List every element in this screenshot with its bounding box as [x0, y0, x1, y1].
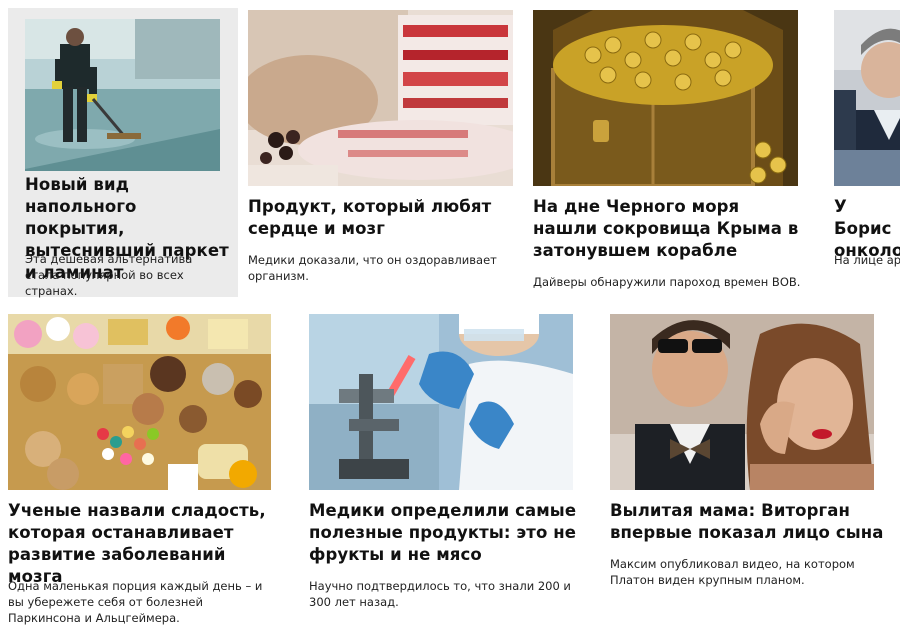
- news-card-vitorgan[interactable]: Вылитая мама: Виторган впервые показал л…: [610, 314, 900, 635]
- news-card-bacon[interactable]: Продукт, который любят сердце и мозг Мед…: [248, 8, 518, 297]
- news-card-boris[interactable]: У Борис онколо На лице арт: [834, 8, 900, 297]
- news-card-floor[interactable]: Новый вид напольного покрытия, вытеснивш…: [8, 8, 238, 298]
- news-card-description: Медики доказали, что он оздоравливает ор…: [248, 253, 497, 283]
- news-card-title[interactable]: Вылитая мама: Виторган впервые показал л…: [610, 500, 885, 544]
- assorted-sweets-photo[interactable]: [8, 314, 271, 490]
- news-card-description: Максим опубликовал видео, на котором Пла…: [610, 557, 855, 587]
- news-card-treasure[interactable]: На дне Черного моря нашли сокровища Крым…: [533, 8, 813, 297]
- news-card-title[interactable]: На дне Черного моря нашли сокровища Крым…: [533, 196, 803, 262]
- news-card-title[interactable]: Продукт, который любят сердце и мозг: [248, 196, 513, 240]
- lab-scientist-microscope-photo[interactable]: [309, 314, 573, 490]
- news-card-description: Научно подтвердилось то, что знали 200 и…: [309, 579, 571, 609]
- news-card-healthy-products[interactable]: Медики определили самые полезные продукт…: [309, 314, 599, 635]
- couple-celebrities-photo[interactable]: [610, 314, 874, 490]
- news-card-description: Эта дешевая альтернатива стала популярно…: [25, 252, 193, 298]
- sliced-bacon-photo[interactable]: [248, 10, 513, 186]
- news-card-sweets[interactable]: Ученые назвали сладость, которая останав…: [8, 314, 298, 635]
- news-card-description: Одна маленькая порция каждый день – и вы…: [8, 579, 263, 625]
- news-card-title[interactable]: Медики определили самые полезные продукт…: [309, 500, 584, 566]
- worker-mopping-floor-photo[interactable]: [25, 19, 220, 171]
- news-card-title[interactable]: Ученые назвали сладость, которая останав…: [8, 500, 283, 588]
- news-card-description: На лице арт: [834, 253, 900, 267]
- news-card-description: Дайверы обнаружили пароход времен ВОВ.: [533, 275, 801, 289]
- man-portrait-photo[interactable]: [834, 10, 900, 186]
- gold-coins-chest-photo[interactable]: [533, 10, 798, 186]
